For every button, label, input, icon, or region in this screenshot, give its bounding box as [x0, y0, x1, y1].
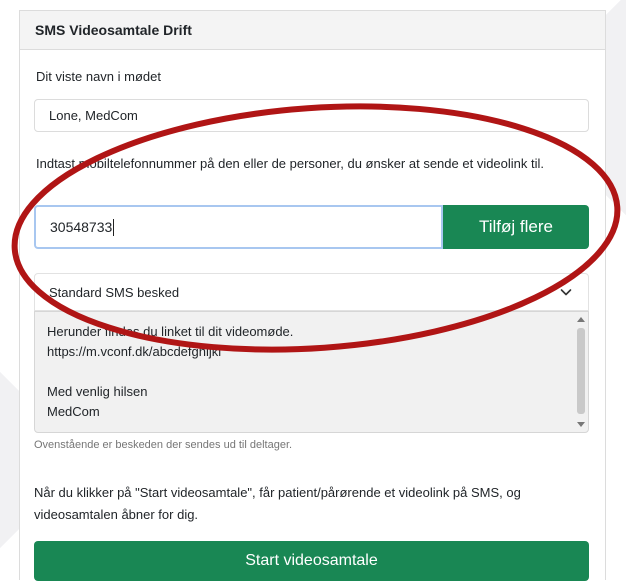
phone-input-group: 30548733 Tilføj flere	[34, 205, 589, 249]
scroll-down-arrow-icon[interactable]	[577, 422, 585, 427]
textarea-scrollbar[interactable]	[576, 314, 586, 430]
scroll-up-arrow-icon[interactable]	[577, 317, 585, 322]
display-name-input[interactable]: Lone, MedCom	[34, 99, 589, 132]
sms-template-selected: Standard SMS besked	[49, 284, 180, 300]
phone-number-value: 30548733	[50, 219, 113, 235]
chevron-down-icon	[560, 289, 572, 296]
message-line: Med venlig hilsen	[47, 384, 148, 399]
start-video-call-button[interactable]: Start videosamtale	[34, 541, 589, 581]
card-title: SMS Videosamtale Drift	[20, 11, 605, 50]
message-line	[47, 362, 576, 382]
name-label: Dit viste navn i mødet	[36, 69, 161, 84]
info-text: Når du klikker på "Start videosamtale", …	[34, 485, 521, 522]
message-line: Herunder findes du linket til dit videom…	[47, 324, 294, 339]
message-help-text: Ovenstående er beskeden der sendes ud ti…	[34, 439, 293, 451]
scrollbar-thumb[interactable]	[577, 328, 585, 414]
text-caret	[113, 218, 115, 236]
message-line: https://m.vconf.dk/abcdefghijkl	[47, 344, 222, 359]
sms-template-select[interactable]: Standard SMS besked	[34, 273, 589, 311]
phone-label: Indtast mobiltelefonnummer på den eller …	[36, 156, 545, 171]
phone-number-input[interactable]: 30548733	[34, 205, 443, 249]
sms-message-textarea[interactable]: Herunder findes du linket til dit videom…	[34, 311, 589, 433]
add-more-button[interactable]: Tilføj flere	[443, 205, 589, 249]
sms-video-card: SMS Videosamtale Drift Dit viste navn i …	[19, 10, 606, 581]
message-line: MedCom	[47, 404, 100, 419]
